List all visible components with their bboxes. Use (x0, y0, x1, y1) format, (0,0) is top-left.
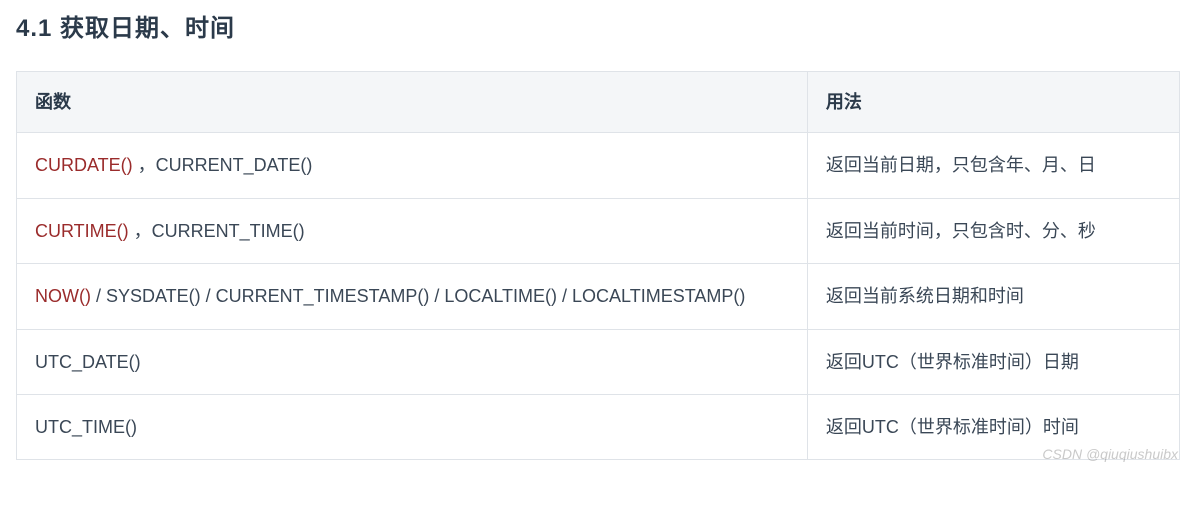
cell-function: UTC_DATE() (17, 329, 808, 394)
table-header-row: 函数 用法 (17, 72, 1180, 133)
function-highlight: CURDATE() (35, 155, 133, 175)
table-row: NOW() / SYSDATE() / CURRENT_TIMESTAMP() … (17, 264, 1180, 329)
function-table: 函数 用法 CURDATE() ，CURRENT_DATE() 返回当前日期，只… (16, 71, 1180, 460)
cell-function: UTC_TIME() (17, 394, 808, 459)
table-row: UTC_TIME() 返回UTC（世界标准时间）时间 (17, 394, 1180, 459)
cell-usage: 返回UTC（世界标准时间）日期 (807, 329, 1179, 394)
cell-function: CURTIME() ，CURRENT_TIME() (17, 198, 808, 263)
header-function: 函数 (17, 72, 808, 133)
function-text: UTC_DATE() (35, 352, 141, 372)
function-text: ，CURRENT_DATE() (133, 155, 313, 175)
cell-usage: 返回UTC（世界标准时间）时间 (807, 394, 1179, 459)
cell-function: NOW() / SYSDATE() / CURRENT_TIMESTAMP() … (17, 264, 808, 329)
function-highlight: NOW() (35, 286, 91, 306)
section-heading: 4.1 获取日期、时间 (16, 8, 1180, 43)
function-text: ，CURRENT_TIME() (129, 221, 305, 241)
cell-usage: 返回当前日期，只包含年、月、日 (807, 133, 1179, 198)
function-text: / SYSDATE() / CURRENT_TIMESTAMP() / LOCA… (91, 286, 745, 306)
cell-function: CURDATE() ，CURRENT_DATE() (17, 133, 808, 198)
cell-usage: 返回当前系统日期和时间 (807, 264, 1179, 329)
header-usage: 用法 (807, 72, 1179, 133)
table-row: CURTIME() ，CURRENT_TIME() 返回当前时间，只包含时、分、… (17, 198, 1180, 263)
function-text: UTC_TIME() (35, 417, 137, 437)
function-highlight: CURTIME() (35, 221, 129, 241)
table-row: UTC_DATE() 返回UTC（世界标准时间）日期 (17, 329, 1180, 394)
cell-usage: 返回当前时间，只包含时、分、秒 (807, 198, 1179, 263)
table-row: CURDATE() ，CURRENT_DATE() 返回当前日期，只包含年、月、… (17, 133, 1180, 198)
